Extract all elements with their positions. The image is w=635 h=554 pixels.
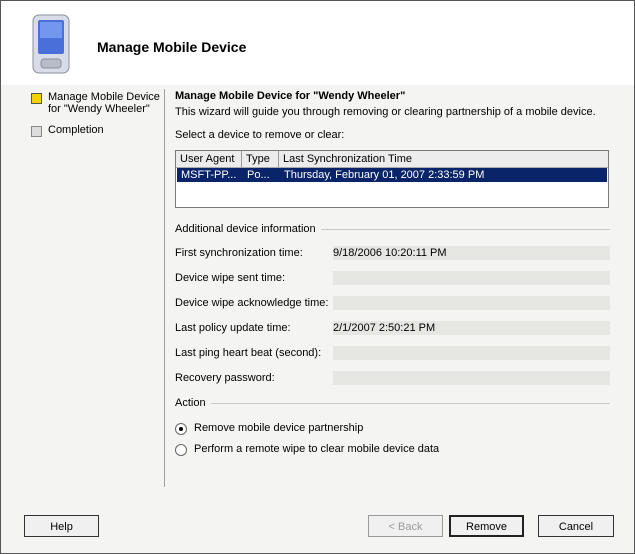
mobile-device-icon <box>32 14 70 74</box>
cancel-button[interactable]: Cancel <box>538 515 614 537</box>
device-row[interactable]: MSFT-PP... Po... Thursday, February 01, … <box>177 168 607 182</box>
remove-button[interactable]: Remove <box>449 515 524 537</box>
column-header-last-sync[interactable]: Last Synchronization Time <box>279 151 608 167</box>
wipe-ack-value <box>333 296 610 310</box>
wipe-ack-label: Device wipe acknowledge time: <box>175 297 329 309</box>
remove-partnership-label[interactable]: Remove mobile device partnership <box>194 422 363 434</box>
step-label: Manage Mobile Device for "Wendy Wheeler" <box>48 91 160 115</box>
device-list[interactable]: User Agent Type Last Synchronization Tim… <box>175 150 609 208</box>
step-active-indicator-icon <box>31 93 42 104</box>
content-description: This wizard will guide you through remov… <box>175 106 596 118</box>
page-title: Manage Mobile Device <box>97 39 247 55</box>
wizard-header: Manage Mobile Device <box>1 1 634 85</box>
device-select-label: Select a device to remove or clear: <box>175 129 345 141</box>
radio-selected-icon[interactable] <box>175 423 187 435</box>
step-label: Completion <box>48 124 104 136</box>
policy-update-label: Last policy update time: <box>175 322 291 334</box>
radio-unselected-icon[interactable] <box>175 444 187 456</box>
back-button[interactable]: < Back <box>368 515 443 537</box>
recovery-password-label: Recovery password: <box>175 372 275 384</box>
step-pending-indicator-icon <box>31 126 42 137</box>
section-divider <box>211 403 610 404</box>
section-divider <box>321 229 610 230</box>
first-sync-value: 9/18/2006 10:20:11 PM <box>333 246 610 260</box>
wizard-window: Manage Mobile Device Manage Mobile Devic… <box>0 0 635 554</box>
ping-heartbeat-label: Last ping heart beat (second): <box>175 347 322 359</box>
cell-type: Po... <box>247 169 270 181</box>
cell-user-agent: MSFT-PP... <box>181 169 237 181</box>
wipe-sent-label: Device wipe sent time: <box>175 272 286 284</box>
wizard-step-list: Manage Mobile Device for "Wendy Wheeler"… <box>1 85 164 489</box>
action-section-title: Action <box>175 397 206 409</box>
policy-update-value: 2/1/2007 2:50:21 PM <box>333 321 610 335</box>
column-header-user-agent[interactable]: User Agent <box>176 151 242 167</box>
recovery-password-value <box>333 371 610 385</box>
nav-divider <box>164 89 165 487</box>
remote-wipe-label[interactable]: Perform a remote wipe to clear mobile de… <box>194 443 439 455</box>
additional-info-section-title: Additional device information <box>175 223 316 235</box>
device-list-header: User Agent Type Last Synchronization Tim… <box>176 151 608 168</box>
wipe-sent-value <box>333 271 610 285</box>
ping-heartbeat-value <box>333 346 610 360</box>
help-button[interactable]: Help <box>24 515 99 537</box>
column-header-type[interactable]: Type <box>242 151 279 167</box>
content-heading: Manage Mobile Device for "Wendy Wheeler" <box>175 90 406 102</box>
first-sync-label: First synchronization time: <box>175 247 303 259</box>
cell-last-sync: Thursday, February 01, 2007 2:33:59 PM <box>284 169 485 181</box>
